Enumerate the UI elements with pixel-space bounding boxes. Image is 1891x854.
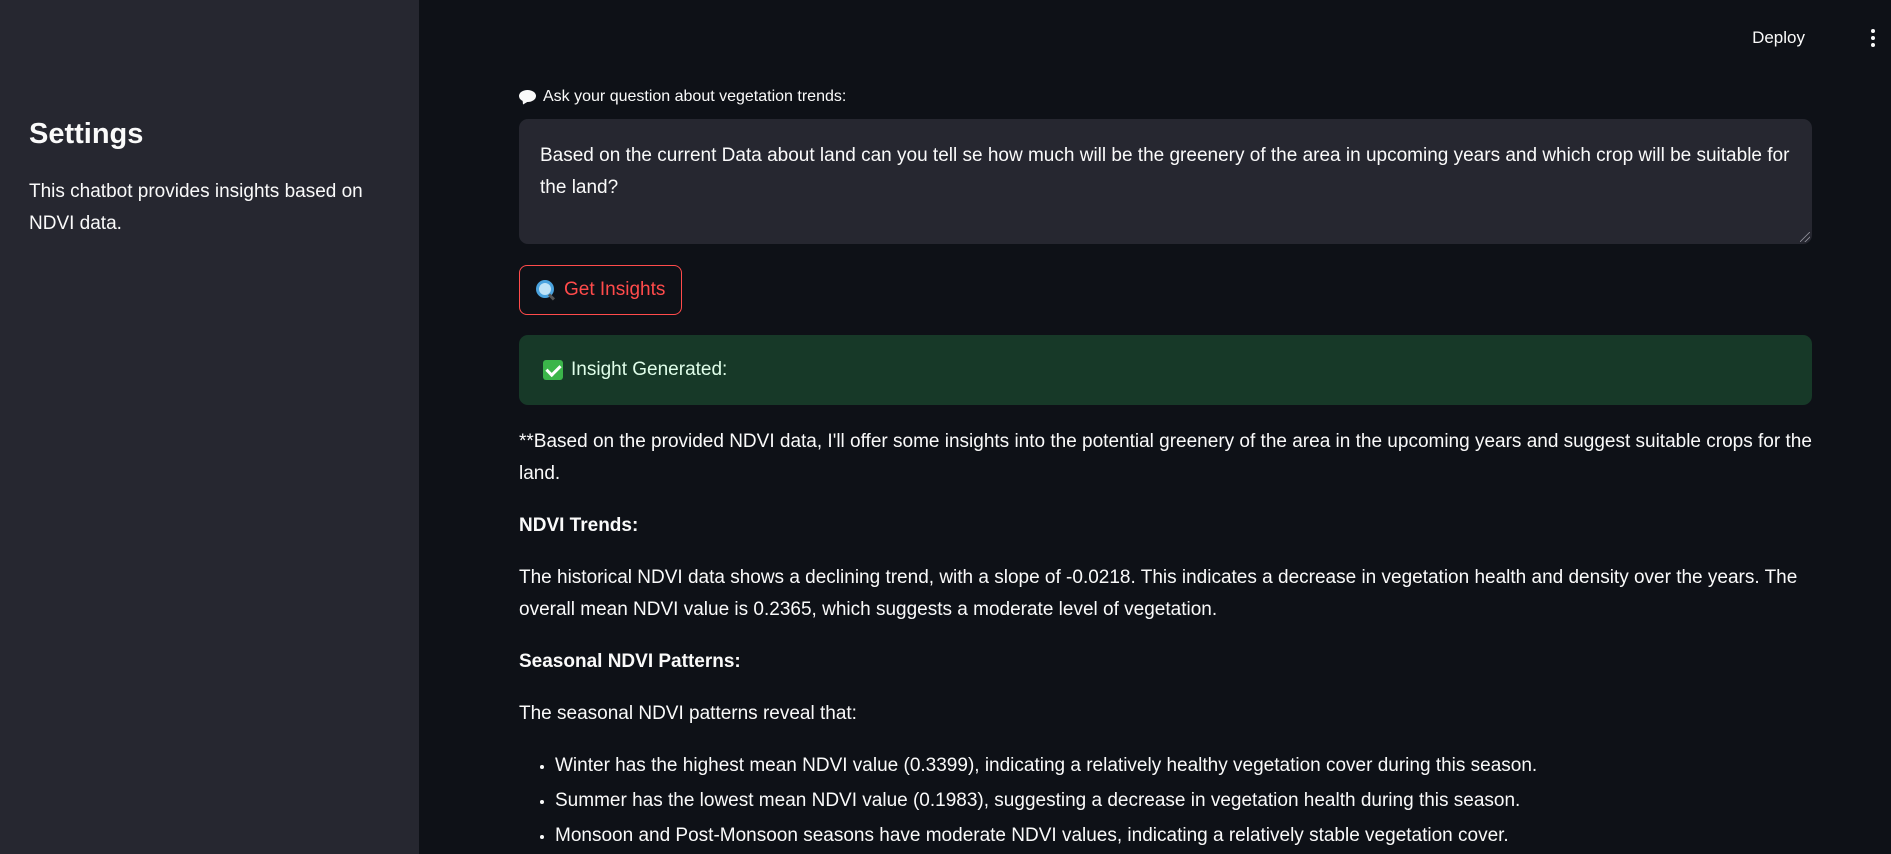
menu-dot [1871,36,1875,40]
menu-dot [1871,43,1875,47]
resize-handle[interactable] [1800,232,1810,242]
seasonal-heading: Seasonal NDVI Patterns: [519,651,741,672]
menu-dot [1871,29,1875,33]
question-text: Based on the current Data about land can… [540,145,1790,198]
sidebar-title: Settings [29,118,144,150]
kebab-menu-icon[interactable] [1865,26,1881,50]
sidebar-description: This chatbot provides insights based on … [29,181,363,234]
response-intro: **Based on the provided NDVI data, I'll … [519,431,1812,484]
list-item: Winter has the highest mean NDVI value (… [555,750,1812,782]
magnifier-icon [536,280,556,300]
sidebar: Settings This chatbot provides insights … [0,0,419,854]
question-label-text: Ask your question about vegetation trend… [543,88,847,105]
speech-balloon-icon [519,90,536,104]
success-alert-text: Insight Generated: [571,359,728,380]
insight-response: **Based on the provided NDVI data, I'll … [519,426,1812,854]
get-insights-button[interactable]: Get Insights [519,265,683,315]
check-mark-icon [543,360,563,380]
get-insights-label: Get Insights [564,279,666,300]
question-textarea[interactable]: Based on the current Data about land can… [519,119,1812,244]
main-content: Ask your question about vegetation trend… [519,0,1812,854]
question-label: Ask your question about vegetation trend… [519,88,846,106]
success-alert: Insight Generated: [519,335,1812,405]
trends-paragraph: The historical NDVI data shows a declini… [519,567,1798,620]
seasonal-intro: The seasonal NDVI patterns reveal that: [519,703,857,724]
list-item: Summer has the lowest mean NDVI value (0… [555,785,1812,817]
trends-heading: NDVI Trends: [519,515,639,536]
app-root: Settings This chatbot provides insights … [0,0,1891,854]
list-item: Monsoon and Post-Monsoon seasons have mo… [555,820,1812,852]
seasonal-list: Winter has the highest mean NDVI value (… [519,750,1812,852]
